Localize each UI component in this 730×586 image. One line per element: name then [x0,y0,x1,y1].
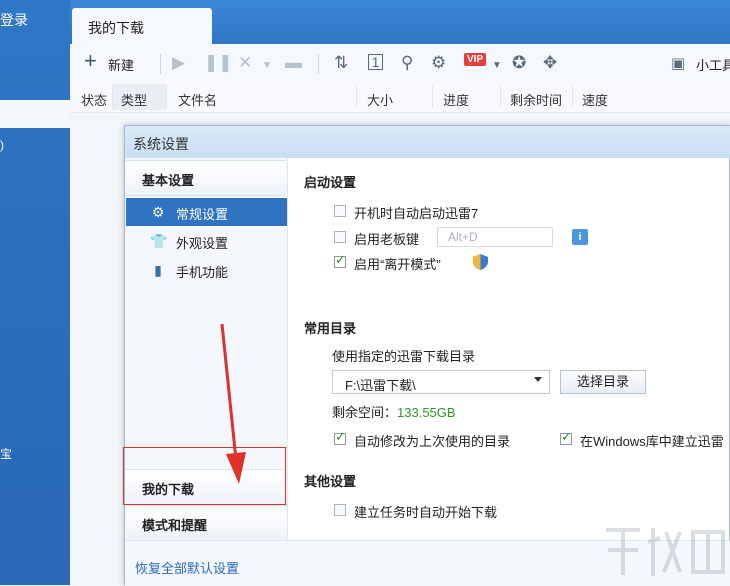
free-space-text: 剩余空间：133.55GB [332,402,456,421]
tools-button[interactable]: 小工具 [696,55,730,74]
watermark-logo [606,528,725,576]
column-divider [572,86,573,108]
nav-item-appearance[interactable]: 外观设置 [176,233,228,252]
play-icon[interactable]: ▶ [172,52,185,74]
column-divider [356,86,357,108]
use-directory-label: 使用指定的迅雷下载目录 [332,349,476,364]
auto-modify-label: 自动修改为上次使用的目录 [354,434,511,449]
windows-library-label: 在Windows库中建立迅雷 [580,434,724,449]
gear-icon[interactable]: ⚙ [431,52,446,74]
auto-start-label: 开机时自动启动迅雷7 [354,206,479,221]
boss-key-hotkey-input[interactable]: Alt+D [437,227,553,247]
phone-icon: ▮ [154,262,162,278]
choose-directory-button[interactable]: 选择目录 [560,370,646,394]
toolbar-separator [318,54,319,74]
restore-defaults-link[interactable]: 恢复全部默认设置 [135,558,239,577]
column-speed[interactable]: 速度 [582,90,608,109]
auto-start-checkbox[interactable] [334,205,346,217]
nav-item-general[interactable]: 常规设置 [176,204,228,223]
column-type[interactable]: 类型 [121,90,147,109]
gamepad-icon[interactable]: ✥ [543,52,557,74]
sidebar-fragment[interactable]: ) [0,138,4,152]
column-progress[interactable]: 进度 [443,90,469,109]
nav-basic-settings[interactable]: 基本设置 [126,160,286,196]
free-space-value: 133.55GB [397,405,456,420]
login-text[interactable]: 登录 [0,10,28,30]
column-header [70,82,730,113]
startup-heading: 启动设置 [304,175,357,190]
gear-icon: ⚙ [151,204,165,220]
shield-icon[interactable] [473,254,488,270]
nav-mode-and-reminders[interactable]: 模式和提醒 [126,505,286,541]
chevron-down-icon[interactable] [534,377,542,382]
column-divider [500,86,501,108]
chevron-down-icon[interactable]: ▼ [262,55,272,77]
delete-icon[interactable]: ✕ [238,52,252,74]
sidebar-selected-item[interactable] [0,100,70,128]
column-status[interactable]: 状态 [81,90,107,109]
auto-start-task-checkbox[interactable] [334,504,346,516]
pause-icon[interactable]: ❚❚ [204,52,233,74]
plus-icon[interactable]: + [84,50,97,72]
info-icon[interactable]: i [572,229,588,245]
away-mode-checkbox[interactable] [334,252,346,268]
windows-library-checkbox[interactable] [560,429,572,445]
vip-icon[interactable]: VIP [464,53,487,66]
column-size[interactable]: 大小 [367,90,393,109]
auto-modify-checkbox[interactable] [334,429,346,445]
sort-icon[interactable]: ⇅ [334,52,348,74]
auto-start-task-label: 建立任务时自动开始下载 [354,505,498,520]
column-divider [432,86,433,108]
free-space-label: 剩余空间： [332,405,398,420]
download-directory-select[interactable]: F:\迅雷下载\ [332,370,550,394]
shirt-icon: 👕 [150,233,168,249]
directory-heading: 常用目录 [304,321,357,336]
toolbar-separator [160,54,161,74]
away-mode-label: 启用“离开模式” [354,257,441,272]
left-sidebar [0,0,70,585]
sidebar-fragment[interactable]: 宝 [0,445,12,462]
other-settings-heading: 其他设置 [304,474,357,489]
dialog-title: 系统设置 [133,136,189,152]
folder-icon[interactable]: ▬ [285,52,302,74]
dialog-title-bar[interactable] [125,126,730,158]
accelerate-icon[interactable]: ✪ [512,52,526,74]
toolbox-icon[interactable]: ▣ [671,53,685,75]
new-task-button[interactable]: 新建 [108,55,134,74]
column-filename[interactable]: 文件名 [178,90,217,109]
boss-key-checkbox[interactable] [334,231,346,243]
tab-my-downloads[interactable]: 我的下载 [72,8,212,44]
column-remaining-time[interactable]: 剩余时间 [510,90,562,109]
number-one-icon[interactable]: 1 [368,54,383,70]
chevron-down-icon[interactable]: ▼ [492,55,502,77]
annotation-arrow [220,323,246,484]
boss-key-label: 启用老板键 [354,232,420,247]
toolbar [70,44,730,83]
annotation-highlight-box [123,447,286,505]
column-divider [112,86,113,108]
search-icon[interactable]: ⚲ [401,52,413,74]
column-divider [166,86,167,108]
nav-item-mobile[interactable]: 手机功能 [176,262,228,281]
